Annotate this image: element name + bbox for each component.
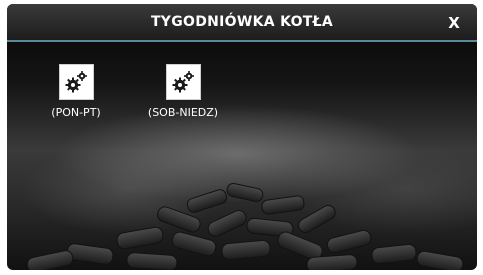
weekdays-schedule-button[interactable]: (PON-PT) — [36, 64, 116, 119]
weekend-label: (SOB-NIEDZ) — [147, 106, 219, 119]
close-button[interactable]: X — [443, 12, 465, 34]
weekend-schedule-tile[interactable] — [165, 64, 201, 100]
weekdays-label: (PON-PT) — [51, 106, 101, 119]
weekdays-schedule-tile[interactable] — [58, 64, 94, 100]
window-title: TYGODNIÓWKA KOTŁA — [150, 14, 334, 30]
wood-pellets-background — [26, 183, 464, 270]
weekend-schedule-button[interactable]: (SOB-NIEDZ) — [139, 64, 227, 119]
gears-icon — [65, 71, 87, 93]
device-frame: TYGODNIÓWKA KOTŁA X (PON-PT) (SOB-NIEDZ) — [0, 0, 483, 275]
gears-icon — [172, 71, 194, 93]
boiler-weekly-schedule-screen: TYGODNIÓWKA KOTŁA X (PON-PT) (SOB-NIEDZ) — [7, 4, 477, 270]
title-bar: TYGODNIÓWKA KOTŁA X — [7, 4, 477, 42]
